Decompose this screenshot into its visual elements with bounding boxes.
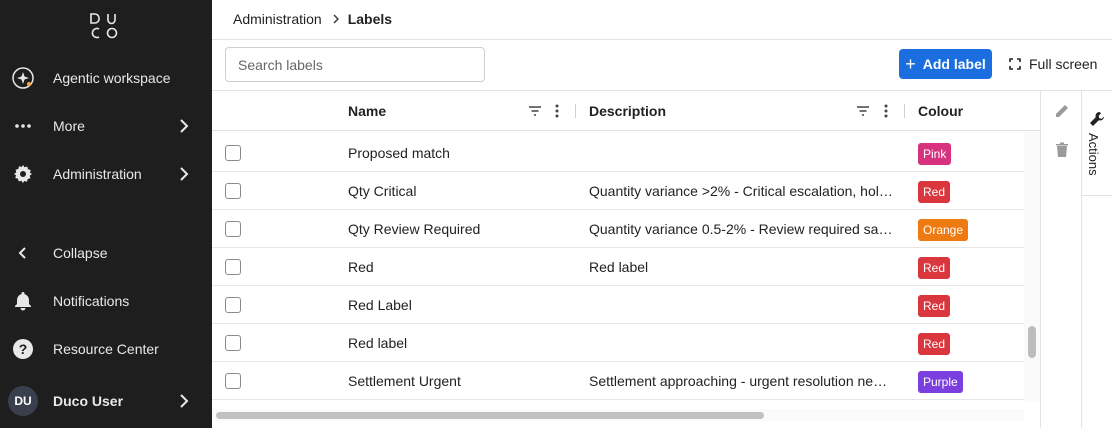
column-header-description[interactable]: Description [589, 91, 666, 131]
sidebar-item-resource-center[interactable]: ? Resource Center [0, 329, 212, 369]
row-checkbox[interactable] [225, 145, 241, 161]
full-screen-text: Full screen [1029, 56, 1098, 72]
user-menu[interactable]: DU Duco User [0, 381, 212, 421]
user-name: Duco User [53, 393, 124, 409]
cell-name: Qty Review Required [348, 221, 481, 237]
sidebar-item-label: Agentic workspace [53, 70, 171, 86]
grid-header: Name Description Colour [212, 91, 1040, 131]
sidebar-item-label: Notifications [53, 293, 130, 309]
table-row[interactable]: Qty Critical Quantity variance >2% - Cri… [212, 172, 1024, 210]
actions-tab[interactable]: Actions [1082, 91, 1112, 196]
cell-description: Settlement approaching - urgent resoluti… [589, 373, 894, 389]
row-checkbox[interactable] [225, 183, 241, 199]
breadcrumb: Administration Labels [233, 11, 392, 27]
table-row[interactable]: Red label Red [212, 324, 1024, 362]
colour-badge: Orange [918, 219, 969, 241]
cell-name: Red Label [348, 297, 412, 313]
cell-name: Red [348, 259, 374, 275]
cell-description [589, 324, 894, 362]
cell-description: Red label [589, 259, 649, 275]
trash-icon[interactable] [1053, 141, 1071, 159]
table-row[interactable]: Red Red label Red [212, 248, 1024, 286]
sidebar-item-label: Resource Center [53, 341, 159, 357]
colour-badge: Red [918, 295, 951, 317]
row-checkbox[interactable] [225, 335, 241, 351]
sidebar-item-administration[interactable]: Administration [0, 154, 212, 194]
help-icon: ? [12, 338, 34, 360]
actions-label: Actions [1086, 133, 1101, 176]
column-menu-icon[interactable] [878, 103, 894, 119]
cell-name: Settlement Urgent [348, 373, 461, 389]
colour-badge: Red [918, 257, 951, 279]
add-label-text: Add label [922, 56, 986, 72]
row-checkbox[interactable] [225, 221, 241, 237]
table-row[interactable]: Proposed match Pink [212, 134, 1024, 172]
colour-badge: Red [918, 181, 951, 203]
wrench-icon [1090, 112, 1104, 126]
divider [212, 39, 1112, 40]
colour-badge: Red [918, 333, 951, 355]
svg-text:?: ? [19, 341, 28, 357]
sidebar-item-label: More [53, 118, 85, 134]
column-menu-icon[interactable] [549, 103, 565, 119]
more-dots-icon [12, 115, 34, 137]
bell-icon [12, 290, 34, 312]
labels-grid: Name Description Colour Proposed match P… [212, 90, 1040, 428]
sidebar-item-collapse[interactable]: Collapse [0, 233, 212, 273]
colour-badge: Purple [918, 371, 963, 393]
cell-name: Proposed match [348, 145, 450, 161]
cell-name: Red label [348, 335, 408, 351]
cell-description [589, 134, 894, 172]
column-header-colour[interactable]: Colour [918, 91, 963, 131]
column-header-name[interactable]: Name [348, 91, 386, 131]
chevron-right-icon [180, 167, 189, 181]
filter-icon[interactable] [855, 103, 871, 119]
column-separator[interactable] [904, 104, 905, 118]
add-label-button[interactable]: + Add label [899, 49, 992, 79]
sidebar-item-label: Collapse [53, 245, 108, 261]
cell-description: Quantity variance 0.5-2% - Review requir… [589, 221, 894, 237]
avatar: DU [8, 386, 38, 416]
colour-badge: Pink [918, 143, 952, 165]
full-screen-button[interactable]: Full screen [1009, 49, 1097, 79]
table-row[interactable]: Red Label Red [212, 286, 1024, 324]
row-tools [1040, 90, 1081, 428]
gear-icon [12, 163, 34, 185]
row-checkbox[interactable] [225, 297, 241, 313]
row-checkbox[interactable] [225, 373, 241, 389]
row-checkbox[interactable] [225, 259, 241, 275]
sidebar-item-label: Administration [53, 166, 142, 182]
fullscreen-icon [1009, 58, 1021, 70]
chevron-right-icon [180, 119, 189, 133]
filter-icon[interactable] [527, 103, 543, 119]
cell-description [589, 286, 894, 324]
sparkle-icon [12, 67, 34, 89]
cell-name: Qty Critical [348, 183, 417, 199]
sidebar-item-agentic-workspace[interactable]: Agentic workspace [0, 58, 212, 98]
breadcrumb-current: Labels [347, 11, 393, 27]
chevron-left-icon [12, 242, 34, 264]
table-row[interactable]: Settlement Urgent Settlement approaching… [212, 362, 1024, 400]
breadcrumb-parent[interactable]: Administration [233, 11, 322, 27]
vertical-scroll-thumb[interactable] [1028, 326, 1036, 358]
sidebar-item-more[interactable]: More [0, 106, 212, 146]
cell-description: Quantity variance >2% - Critical escalat… [589, 183, 894, 199]
main-content: Administration Labels + Add label Full s… [212, 0, 1112, 428]
vertical-scrollbar[interactable] [1024, 132, 1040, 402]
edit-icon[interactable] [1053, 102, 1071, 120]
search-input[interactable] [225, 47, 485, 82]
chevron-right-icon [180, 394, 189, 408]
column-separator[interactable] [575, 104, 576, 118]
sidebar-item-notifications[interactable]: Notifications [0, 281, 212, 321]
duco-logo[interactable] [88, 12, 120, 40]
actions-panel: Actions [1081, 90, 1112, 428]
chevron-right-icon [333, 14, 339, 24]
plus-icon: + [905, 54, 916, 74]
sidebar: Agentic workspace More Administration Co… [0, 0, 212, 428]
horizontal-scroll-thumb[interactable] [216, 412, 764, 419]
table-row[interactable]: Qty Review Required Quantity variance 0.… [212, 210, 1024, 248]
